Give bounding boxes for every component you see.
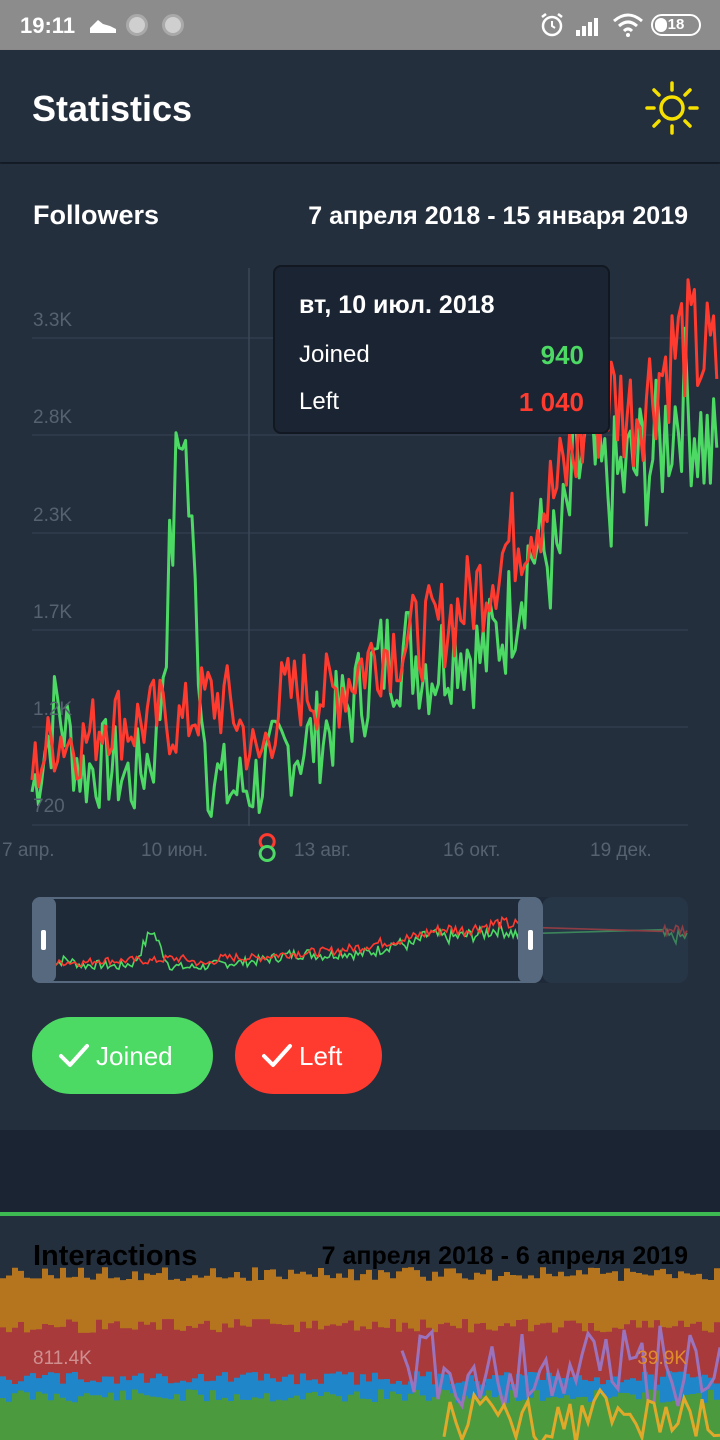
y-tick-label: 2.3K	[33, 505, 73, 526]
notification-dot-icon	[162, 14, 184, 36]
toggle-left-label: Left	[299, 1041, 343, 1071]
interactions-date-range: 7 апреля 2018 - 6 апреля 2019	[321, 1242, 688, 1270]
tooltip-joined-value: 940	[540, 340, 584, 370]
page-title: Statistics	[32, 88, 193, 129]
range-navigator[interactable]	[32, 897, 688, 983]
battery-indicator: 18	[651, 14, 701, 36]
sun-icon[interactable]	[644, 80, 700, 136]
handle-grip-icon	[528, 930, 533, 950]
chart-tooltip: вт, 10 июл. 2018 Joined 940 Left 1 040	[273, 265, 610, 434]
y-tick-label: 1.2K	[33, 699, 73, 720]
x-tick-label: 13 авг.	[294, 840, 351, 861]
tooltip-joined-label: Joined	[299, 341, 370, 368]
y-tick-label: 720	[33, 796, 65, 817]
toggle-left[interactable]: Left	[235, 1017, 382, 1094]
toggle-joined[interactable]: Joined	[32, 1017, 213, 1094]
y-left-label: 811.4K	[33, 1348, 92, 1369]
status-bar: 19:11 18	[0, 0, 720, 50]
handle-grip-icon	[41, 930, 46, 950]
interactions-card: Interactions 7 апреля 2018 - 6 апреля 20…	[0, 1216, 720, 1440]
notification-dot-icon	[126, 14, 148, 36]
x-tick-label: 10 июн.	[141, 840, 209, 861]
toggle-joined-label: Joined	[96, 1041, 173, 1071]
x-tick-label: 7 апр.	[2, 840, 55, 861]
navigator-dim-right	[542, 897, 688, 983]
battery-level: 18	[667, 16, 685, 33]
checkmark-icon	[59, 1044, 89, 1067]
y-tick-label: 3.3K	[33, 310, 73, 331]
area-green	[0, 1389, 720, 1440]
tooltip-date: вт, 10 июл. 2018	[299, 291, 495, 319]
wifi-icon	[613, 13, 643, 37]
signal-icon	[576, 18, 598, 36]
tooltip-left-value: 1 040	[518, 387, 584, 417]
y-tick-label: 2.8K	[33, 407, 73, 428]
y-tick-label: 1.7K	[33, 602, 73, 623]
followers-date-range: 7 апреля 2018 - 15 января 2019	[308, 202, 688, 230]
x-tick-label: 19 дек.	[590, 840, 652, 861]
x-tick-label: 16 окт.	[443, 840, 501, 861]
app-bar: Statistics	[0, 50, 720, 162]
followers-card: Followers 7 апреля 2018 - 15 января 2019…	[0, 164, 720, 1130]
tooltip-left-label: Left	[299, 388, 340, 415]
running-shoe-icon	[90, 20, 116, 33]
followers-title: Followers	[33, 200, 160, 230]
alarm-icon	[541, 13, 563, 37]
checkmark-icon	[262, 1044, 292, 1067]
selected-point-joined	[258, 844, 276, 862]
y-right-label: 39.9K	[637, 1348, 687, 1369]
interactions-title: Interactions	[33, 1240, 198, 1272]
status-time: 19:11	[20, 13, 76, 38]
